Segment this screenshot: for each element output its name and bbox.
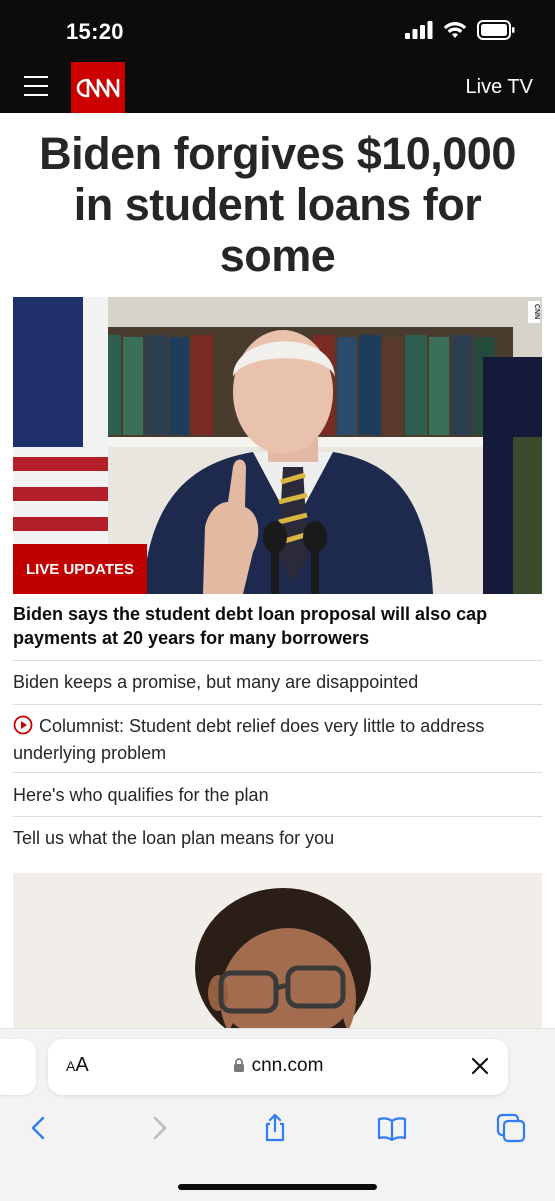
- wifi-icon: [443, 22, 467, 38]
- related-link-1[interactable]: Biden keeps a promise, but many are disa…: [13, 670, 542, 694]
- signal-icon: [405, 21, 433, 39]
- menu-icon[interactable]: [24, 76, 48, 98]
- site-header: Live TV: [0, 62, 555, 113]
- live-updates-badge[interactable]: LIVE UPDATES: [13, 544, 147, 594]
- tabs-icon[interactable]: [496, 1113, 526, 1143]
- lead-story-link[interactable]: Biden says the student debt loan proposa…: [13, 602, 533, 650]
- home-indicator[interactable]: [178, 1184, 377, 1190]
- divider: [13, 772, 542, 773]
- status-time: 15:20: [66, 19, 124, 44]
- cnn-watermark: CNN: [528, 301, 540, 323]
- bookmarks-icon[interactable]: [377, 1113, 407, 1143]
- divider: [13, 816, 542, 817]
- browser-toolbar: AA cnn.com: [0, 1028, 555, 1201]
- back-icon[interactable]: [24, 1113, 54, 1143]
- related-link-4[interactable]: Tell us what the loan plan means for you: [13, 826, 542, 850]
- close-icon[interactable]: [470, 1056, 490, 1076]
- cnn-logo[interactable]: [71, 62, 125, 113]
- previous-tab-preview[interactable]: [0, 1039, 36, 1095]
- status-bar: 15:20: [0, 0, 555, 62]
- divider: [13, 660, 542, 661]
- url-display[interactable]: cnn.com: [48, 1055, 508, 1079]
- related-link-2-label: Columnist: Student debt relief does very…: [13, 716, 485, 763]
- promo-photo: [13, 873, 542, 1033]
- hero-image[interactable]: CNN LIVE UPDATES: [13, 297, 542, 594]
- forward-icon[interactable]: [144, 1113, 174, 1143]
- url-text: cnn.com: [251, 1055, 324, 1076]
- lock-icon: [233, 1057, 245, 1079]
- battery-icon: [477, 20, 515, 40]
- video-play-icon: [13, 715, 33, 741]
- page-headline[interactable]: Biden forgives $10,000 in student loans …: [14, 128, 541, 281]
- share-icon[interactable]: [260, 1113, 290, 1143]
- cnn-logo-mark: [76, 78, 120, 97]
- address-bar[interactable]: AA cnn.com: [48, 1039, 508, 1095]
- promo-image[interactable]: [13, 873, 542, 1033]
- divider: [13, 704, 542, 705]
- related-link-3[interactable]: Here's who qualifies for the plan: [13, 783, 542, 807]
- related-link-2[interactable]: Columnist: Student debt relief does very…: [13, 714, 542, 765]
- live-tv-link[interactable]: Live TV: [466, 76, 533, 99]
